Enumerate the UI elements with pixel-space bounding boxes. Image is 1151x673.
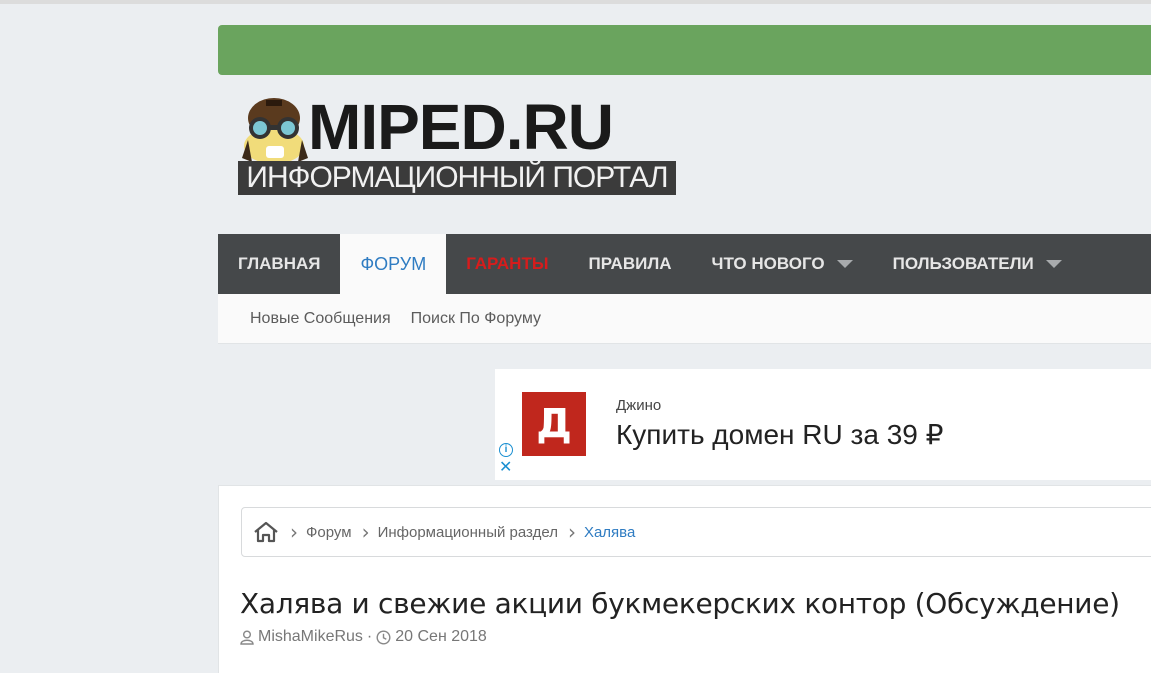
nav-home[interactable]: Главная xyxy=(218,234,340,294)
ad-title[interactable]: Купить домен RU за 39 ₽ xyxy=(616,418,943,451)
breadcrumb: › Форум › Информационный раздел › Халява xyxy=(241,507,1151,557)
header-banner xyxy=(218,25,1151,75)
chevron-right-icon: › xyxy=(290,520,298,544)
subnav-search-forum[interactable]: Поиск По Форуму xyxy=(401,310,551,328)
main-nav: Главная Форум Гаранты Правила Что нового… xyxy=(218,234,1151,294)
home-icon[interactable] xyxy=(252,520,280,544)
main-content: › Форум › Информационный раздел › Халява… xyxy=(218,485,1151,673)
nav-forum[interactable]: Форум xyxy=(340,234,447,294)
chevron-down-icon[interactable] xyxy=(1045,260,1062,268)
logo-title: MIPED.RU xyxy=(308,91,614,163)
top-divider xyxy=(0,0,1151,4)
site-logo[interactable]: MIPED.RU ИНФОРМАЦИОННЫЙ ПОРТАЛ xyxy=(238,92,678,198)
chevron-right-icon: › xyxy=(361,520,370,544)
clock-icon xyxy=(376,629,391,645)
chevron-down-icon[interactable] xyxy=(836,260,853,268)
close-icon[interactable]: ✕ xyxy=(499,460,512,476)
ad-logo: Д xyxy=(522,392,586,456)
meta-separator: · xyxy=(366,628,373,645)
ad-banner[interactable]: Д Джино Купить домен RU за 39 ₽ i ✕ xyxy=(495,369,1151,480)
nav-whats-new-label: Что нового xyxy=(711,254,825,273)
breadcrumb-info-section[interactable]: Информационный раздел xyxy=(378,524,558,541)
nav-rules[interactable]: Правила xyxy=(568,234,691,294)
nav-whats-new[interactable]: Что нового xyxy=(692,234,873,294)
breadcrumb-freebies[interactable]: Халява xyxy=(584,524,635,541)
page-title: Халява и свежие акции букмекерских конто… xyxy=(240,587,1120,620)
sub-nav: Новые Сообщения Поиск По Форуму xyxy=(218,294,1151,344)
user-icon xyxy=(240,630,254,645)
breadcrumb-forum[interactable]: Форум xyxy=(306,524,352,541)
ad-brand: Джино xyxy=(616,397,662,414)
thread-date[interactable]: 20 Сен 2018 xyxy=(395,628,487,646)
thread-meta: MishaMikeRus · 20 Сен 2018 xyxy=(240,628,487,646)
mascot-icon xyxy=(242,98,308,164)
chevron-right-icon: › xyxy=(567,520,576,544)
nav-guarantors[interactable]: Гаранты xyxy=(446,234,568,294)
nav-users-label: Пользователи xyxy=(892,254,1034,273)
info-icon[interactable]: i xyxy=(499,443,513,457)
thread-author[interactable]: MishaMikeRus xyxy=(258,628,363,646)
logo-subtitle: ИНФОРМАЦИОННЫЙ ПОРТАЛ xyxy=(238,161,676,195)
subnav-new-posts[interactable]: Новые Сообщения xyxy=(240,310,401,328)
nav-users[interactable]: Пользователи xyxy=(873,234,1082,294)
